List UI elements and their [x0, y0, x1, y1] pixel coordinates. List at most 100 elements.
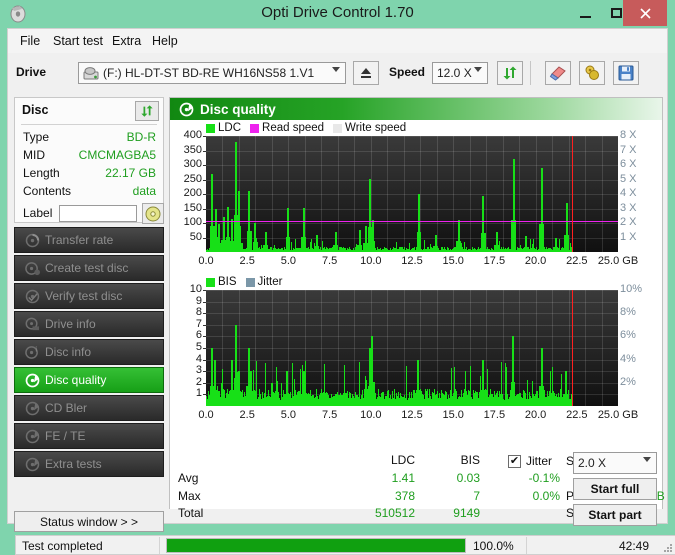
stats-col-jitter: Jitter — [526, 454, 553, 468]
sidebar-item-label: Transfer rate — [45, 233, 114, 247]
chevron-down-icon — [332, 67, 340, 72]
close-icon — [639, 7, 651, 19]
jitter-checkbox[interactable]: ✔ — [508, 455, 521, 468]
refresh-button[interactable] — [497, 61, 523, 85]
sidebar-item-disc-quality[interactable]: Disc quality — [14, 367, 164, 393]
disc-refresh-button[interactable] — [135, 101, 159, 121]
disc-verify-icon — [21, 288, 43, 304]
save-button[interactable] — [613, 61, 639, 85]
speed-select-value: 12.0 X — [437, 66, 472, 80]
elapsed-time: 42:49 — [618, 539, 649, 553]
x-axis-tick: 5.0 — [280, 409, 297, 421]
cd-disc-icon — [145, 206, 161, 221]
secondary-y-axis-tick: 4 X — [620, 187, 637, 199]
sidebar-item-verify-test-disc[interactable]: Verify test disc — [14, 283, 164, 309]
menu-help[interactable]: Help — [148, 33, 182, 49]
ldc-chart-legend: LDC Read speed Write speed — [206, 122, 412, 134]
legend-swatch — [245, 277, 255, 287]
sidebar-item-create-test-disc[interactable]: Create test disc — [14, 255, 164, 281]
stats-row-total-label: Total — [178, 506, 204, 520]
secondary-y-axis-tick: 2 X — [620, 216, 637, 228]
x-axis-tick: 2.5 — [239, 409, 255, 421]
y-axis-tick: 9 — [195, 294, 202, 307]
y-axis-tick: 1 — [195, 387, 202, 400]
y-axis-tick: 200 — [183, 187, 202, 199]
scan-end-marker — [571, 290, 573, 406]
test-nav-list: Transfer rate Create test disc Verify te… — [14, 227, 164, 479]
sidebar-item-label: Extra tests — [45, 457, 102, 471]
test-speed-select[interactable]: 2.0 X — [573, 452, 657, 474]
progress-bar — [166, 538, 466, 553]
disc-length-label: Length — [23, 166, 60, 180]
legend-swatch — [206, 277, 215, 287]
x-axis-tick: 7.5 — [321, 409, 338, 421]
chevron-down-icon — [643, 457, 651, 462]
disc-create-icon — [21, 260, 43, 276]
erase-button[interactable] — [545, 61, 571, 85]
eject-button[interactable] — [353, 61, 379, 85]
drive-label: Drive — [16, 65, 47, 79]
sidebar-item-extra-tests[interactable]: Extra tests — [14, 451, 164, 477]
stats-max-ldc: 378 — [394, 489, 415, 503]
x-axis-tick: 12.5 — [401, 255, 423, 267]
y-axis-tick: 50 — [189, 230, 202, 243]
toolbar-divider — [530, 61, 531, 85]
sidebar-item-label: Disc quality — [45, 373, 107, 387]
legend-label: Read speed — [262, 122, 325, 134]
menu-extra[interactable]: Extra — [108, 33, 145, 49]
y-axis-tick: 3 — [195, 364, 202, 377]
y-axis-tick: 150 — [183, 201, 202, 214]
sidebar-item-label: CD Bler — [45, 401, 88, 415]
sidebar-item-fe-te[interactable]: FE / TE — [14, 423, 164, 449]
resize-grip[interactable] — [661, 541, 672, 552]
legend-swatch — [206, 123, 215, 133]
minimize-button[interactable] — [570, 0, 601, 26]
ldc-chart: LDC Read speed Write speed 50 100 150 200 250 3… — [170, 122, 662, 272]
disc-quality-icon — [176, 102, 196, 117]
sidebar-item-label: Drive info — [45, 317, 96, 331]
speed-label: Speed — [389, 65, 426, 79]
scan-end-marker — [571, 136, 573, 252]
stats-col-bis: BIS — [460, 453, 480, 467]
disc-info-panel: Disc Type BD-R MID CMCMAGBA5 Length 22.1… — [14, 97, 164, 224]
secondary-y-axis-tick: 6% — [620, 329, 636, 342]
sidebar-item-drive-info[interactable]: Drive info — [14, 311, 164, 337]
client-area: File Start test Extra Help Drive (F:) HL… — [7, 28, 675, 555]
disc-label-button[interactable] — [142, 203, 164, 224]
x-axis-tick: 22.5 — [566, 255, 588, 267]
start-part-button[interactable]: Start part — [573, 504, 657, 526]
bookmark-button[interactable] — [579, 61, 605, 85]
secondary-y-axis-tick: 8% — [620, 306, 636, 319]
app-window: Opti Drive Control 1.70 File Start test … — [0, 0, 675, 555]
stats-avg-jitter: -0.1% — [528, 471, 560, 485]
close-button[interactable] — [623, 0, 667, 26]
x-axis-tick: 7.5 — [321, 255, 338, 267]
chevron-down-icon — [474, 67, 482, 72]
sidebar-item-disc-info[interactable]: i Disc info — [14, 339, 164, 365]
eraser-icon — [549, 66, 566, 81]
sidebar-item-cd-bler[interactable]: CD Bler — [14, 395, 164, 421]
cd-bler-icon — [21, 400, 43, 416]
panel-title: Disc quality — [200, 101, 276, 117]
menu-start-test[interactable]: Start test — [49, 33, 107, 49]
status-window-button[interactable]: Status window > > — [14, 511, 164, 532]
y-axis-tick: 8 — [195, 306, 202, 319]
disc-label-input[interactable] — [59, 205, 137, 222]
sidebar-item-label: FE / TE — [45, 429, 86, 443]
refresh-icon — [503, 66, 517, 80]
disc-contents-value: data — [132, 184, 156, 198]
start-full-button[interactable]: Start full — [573, 478, 657, 500]
sidebar-item-label: Create test disc — [45, 261, 129, 275]
drive-select[interactable]: (F:) HL-DT-ST BD-RE WH16NS58 1.V1 — [78, 62, 346, 84]
x-axis-tick: 22.5 — [566, 409, 588, 421]
disc-quality-panel: Disc quality LDC Read speed Write speed 50… — [169, 97, 665, 526]
x-axis-tick: 17.5 — [483, 255, 506, 267]
y-axis-tick: 350 — [183, 143, 202, 156]
sidebar-item-transfer-rate[interactable]: Transfer rate — [14, 227, 164, 253]
disc-quality-icon — [21, 372, 43, 388]
speed-select[interactable]: 12.0 X — [432, 62, 488, 84]
x-axis-tick: 15.0 — [442, 255, 464, 267]
menu-bar: File Start test Extra Help — [8, 29, 667, 54]
menu-file[interactable]: File — [16, 33, 44, 49]
y-axis-tick: 100 — [183, 216, 202, 228]
